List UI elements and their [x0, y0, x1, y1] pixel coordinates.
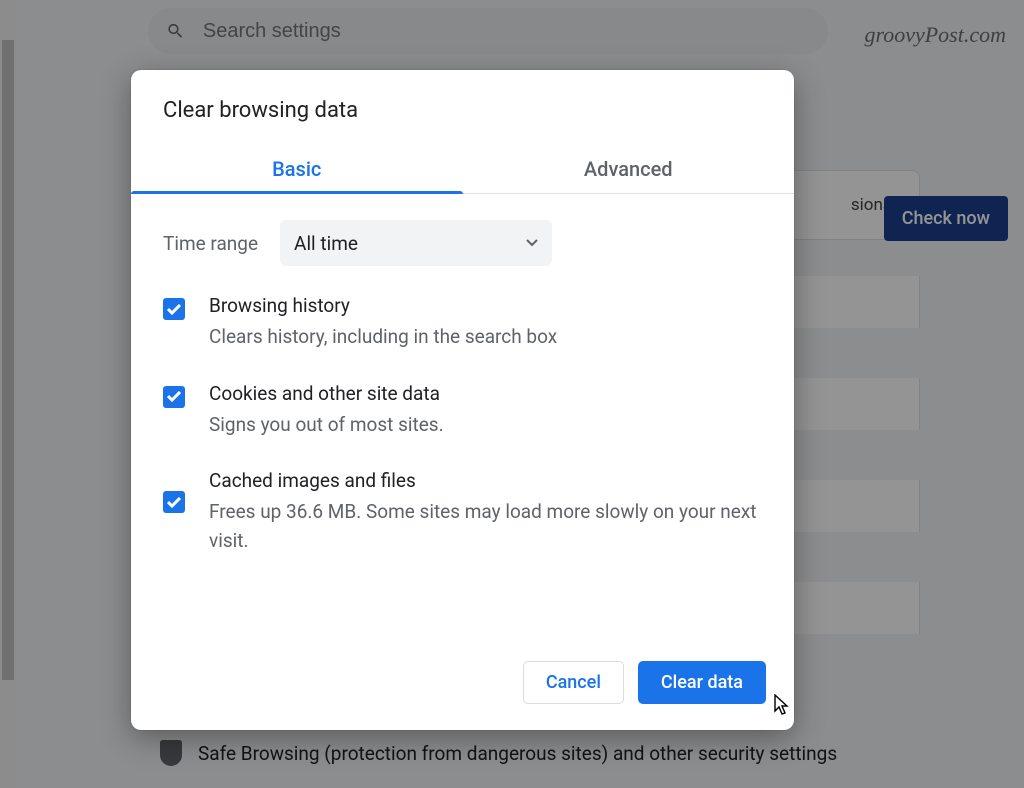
chevron-down-icon [526, 239, 538, 247]
option-desc: Frees up 36.6 MB. Some sites may load mo… [209, 498, 762, 555]
clear-data-button[interactable]: Clear data [638, 661, 766, 704]
checkbox-cookies[interactable] [163, 386, 185, 408]
option-title: Cached images and files [209, 469, 762, 492]
check-icon [167, 497, 181, 508]
dialog-title: Clear browsing data [131, 70, 794, 143]
search-input[interactable] [203, 20, 810, 43]
watermark-text: groovyPost.com [864, 22, 1006, 48]
safe-browsing-label: Safe Browsing (protection from dangerous… [198, 742, 837, 765]
time-range-label: Time range [163, 232, 258, 255]
dialog-tabs: Basic Advanced [131, 143, 794, 194]
scrollbar-thumb[interactable] [2, 40, 14, 680]
option-title: Browsing history [209, 294, 557, 317]
checkbox-browsing-history[interactable] [163, 298, 185, 320]
tab-advanced[interactable]: Advanced [463, 143, 795, 193]
time-range-select[interactable]: All time [280, 220, 552, 266]
option-cookies: Cookies and other site data Signs you ou… [163, 382, 762, 440]
option-title: Cookies and other site data [209, 382, 444, 405]
option-desc: Signs you out of most sites. [209, 411, 444, 440]
time-range-value: All time [294, 232, 358, 255]
option-cached: Cached images and files Frees up 36.6 MB… [163, 469, 762, 555]
search-icon [166, 21, 185, 41]
shield-icon [160, 740, 182, 766]
check-icon [167, 391, 181, 402]
search-settings-field[interactable] [148, 8, 828, 54]
checkbox-cached[interactable] [163, 491, 185, 513]
option-desc: Clears history, including in the search … [209, 323, 557, 352]
clear-browsing-data-dialog: Clear browsing data Basic Advanced Time … [131, 70, 794, 730]
cancel-button[interactable]: Cancel [523, 661, 624, 704]
check-now-button[interactable]: Check now [884, 196, 1008, 241]
check-icon [167, 304, 181, 315]
option-browsing-history: Browsing history Clears history, includi… [163, 294, 762, 352]
scrollbar-track[interactable] [0, 0, 16, 788]
tab-basic[interactable]: Basic [131, 143, 463, 193]
safe-browsing-row[interactable]: Safe Browsing (protection from dangerous… [160, 740, 837, 766]
